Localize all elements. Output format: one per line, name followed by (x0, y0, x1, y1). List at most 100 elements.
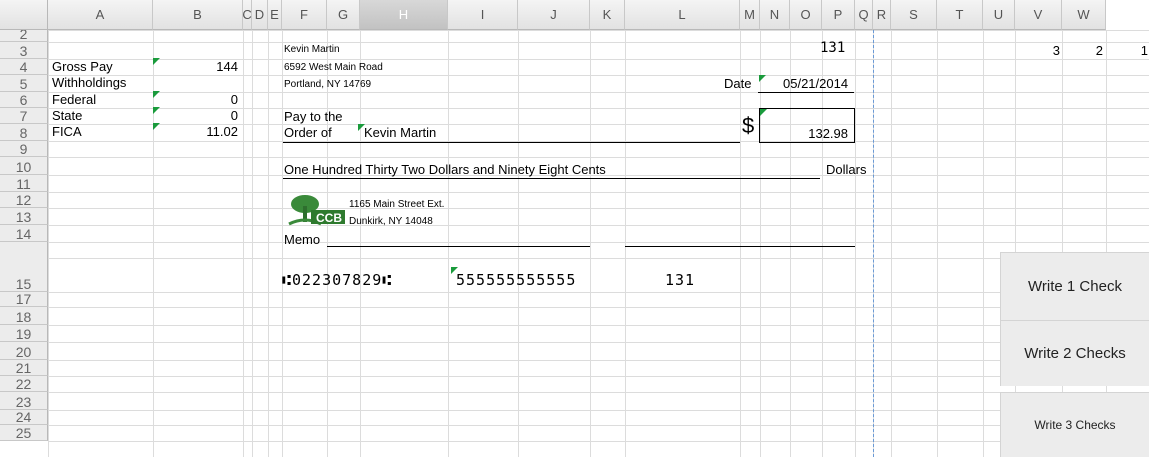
value-gross-pay[interactable]: 144 (154, 60, 238, 74)
amount-words-underline (283, 178, 820, 179)
row-header-19[interactable]: 19 (0, 325, 48, 342)
write-3-checks-button[interactable]: Write 3 Checks (1000, 392, 1149, 457)
label-gross-pay: Gross Pay (52, 59, 113, 74)
check-amount[interactable]: 132.98 (762, 127, 848, 141)
pay-to-label: Pay to the (284, 109, 343, 124)
payee-underline (283, 142, 740, 143)
row-header-13[interactable]: 13 (0, 208, 48, 225)
spreadsheet[interactable]: ABCDEFGHIJKLMNOPQRSTUVW 2 3 4 5 6 7 8 9 10 11 12 13… (0, 0, 1149, 457)
cell-w2[interactable]: 1 (1106, 44, 1148, 58)
amount-in-words[interactable]: One Hundred Thirty Two Dollars and Ninet… (284, 163, 606, 177)
value-state[interactable]: 0 (154, 109, 238, 123)
bank-address-line1: 1165 Main Street Ext. (349, 199, 445, 210)
check-date[interactable]: 05/21/2014 (783, 77, 848, 91)
grid-row-line (48, 157, 1149, 158)
row-header-20[interactable]: 20 (0, 342, 48, 360)
column-header-a[interactable]: A (48, 0, 153, 30)
label-withholdings: Withholdings (52, 75, 127, 90)
column-header-j[interactable]: J (518, 0, 590, 30)
grid-row-line (48, 42, 1149, 43)
cell-u2[interactable]: 3 (1016, 44, 1060, 58)
row-header-17[interactable]: 17 (0, 292, 48, 307)
grid-row-line (48, 410, 1149, 411)
row-header-8[interactable]: 8 (0, 124, 48, 141)
column-header-t[interactable]: T (937, 0, 983, 30)
column-header-o[interactable]: O (790, 0, 822, 30)
cell-marker (760, 109, 767, 116)
column-header-e[interactable]: E (268, 0, 282, 30)
row-header-15[interactable]: 15 (0, 242, 48, 292)
micr-routing-number: ⑆022307829⑆ (282, 271, 393, 289)
value-fica[interactable]: 11.02 (154, 125, 238, 139)
grid-row-line (48, 208, 1149, 209)
payee-name[interactable]: Kevin Martin (364, 126, 436, 140)
row-header-12[interactable]: 12 (0, 192, 48, 208)
row-header-7[interactable]: 7 (0, 108, 48, 124)
grid-row-line (48, 242, 1149, 243)
column-header-c[interactable]: C (242, 0, 252, 30)
grid-row-line (48, 30, 1149, 31)
value-federal[interactable]: 0 (154, 93, 238, 107)
dollars-label: Dollars (826, 162, 867, 177)
grid-row-line (48, 392, 1149, 393)
date-underline (758, 92, 854, 93)
column-header-p[interactable]: P (822, 0, 855, 30)
page-break-line (873, 30, 874, 457)
row-header-11[interactable]: 11 (0, 175, 48, 192)
row-header-23[interactable]: 23 (0, 392, 48, 410)
column-header-v[interactable]: V (1015, 0, 1062, 30)
column-header-f[interactable]: F (282, 0, 327, 30)
grid-row-line (48, 225, 1149, 226)
grid-row-line (48, 360, 1149, 361)
grid-row-line (48, 292, 1149, 293)
label-state: State (52, 108, 83, 123)
row-header-22[interactable]: 22 (0, 376, 48, 392)
column-header-r[interactable]: R (873, 0, 891, 30)
column-header-k[interactable]: K (590, 0, 625, 30)
micr-account-number: 555555555555 (456, 271, 577, 289)
row-header-18[interactable]: 18 (0, 307, 48, 325)
cell-marker (153, 107, 160, 114)
cell-marker (759, 75, 766, 82)
grid-row-line (48, 75, 1149, 76)
column-header-q[interactable]: Q (855, 0, 873, 30)
write-1-check-button[interactable]: Write 1 Check (1000, 252, 1149, 320)
row-header-5[interactable]: 5 (0, 75, 48, 92)
check-number: 131 (820, 40, 846, 56)
column-header-n[interactable]: N (760, 0, 790, 30)
column-header-b[interactable]: B (153, 0, 243, 30)
column-header-u[interactable]: U (983, 0, 1015, 30)
column-header-h[interactable]: H (360, 0, 448, 30)
column-header-s[interactable]: S (891, 0, 937, 30)
row-header-10[interactable]: 10 (0, 157, 48, 175)
row-header-4[interactable]: 4 (0, 59, 48, 75)
grid-row-line (48, 425, 1149, 426)
grid-row-line (48, 441, 1149, 442)
row-header-3[interactable]: 3 (0, 42, 48, 59)
micr-check-number: 131 (665, 271, 696, 289)
cell-v2[interactable]: 2 (1063, 44, 1103, 58)
grid-row-line (48, 258, 1149, 259)
row-header-14[interactable]: 14 (0, 225, 48, 242)
row-header-2[interactable]: 2 (0, 27, 48, 42)
select-all-corner[interactable] (0, 0, 48, 30)
row-header-24[interactable]: 24 (0, 410, 48, 425)
column-header-d[interactable]: D (252, 0, 268, 30)
row-header-6[interactable]: 6 (0, 92, 48, 108)
grid-row-line (48, 192, 1149, 193)
date-label: Date (724, 76, 752, 91)
row-header-21[interactable]: 21 (0, 360, 48, 376)
write-2-checks-button[interactable]: Write 2 Checks (1000, 320, 1149, 386)
column-header-m[interactable]: M (740, 0, 760, 30)
column-header-g[interactable]: G (327, 0, 360, 30)
cell-marker (153, 58, 160, 65)
column-header-l[interactable]: L (625, 0, 740, 30)
row-header-9[interactable]: 9 (0, 141, 48, 157)
row-header-hidden (0, 289, 48, 292)
column-header-i[interactable]: I (448, 0, 518, 30)
column-header-w[interactable]: W (1062, 0, 1106, 30)
label-fica: FICA (52, 124, 82, 139)
row-header-25[interactable]: 25 (0, 425, 48, 441)
payer-address-line1: 6592 West Main Road (284, 62, 383, 73)
bank-address-line2: Dunkirk, NY 14048 (349, 216, 433, 227)
